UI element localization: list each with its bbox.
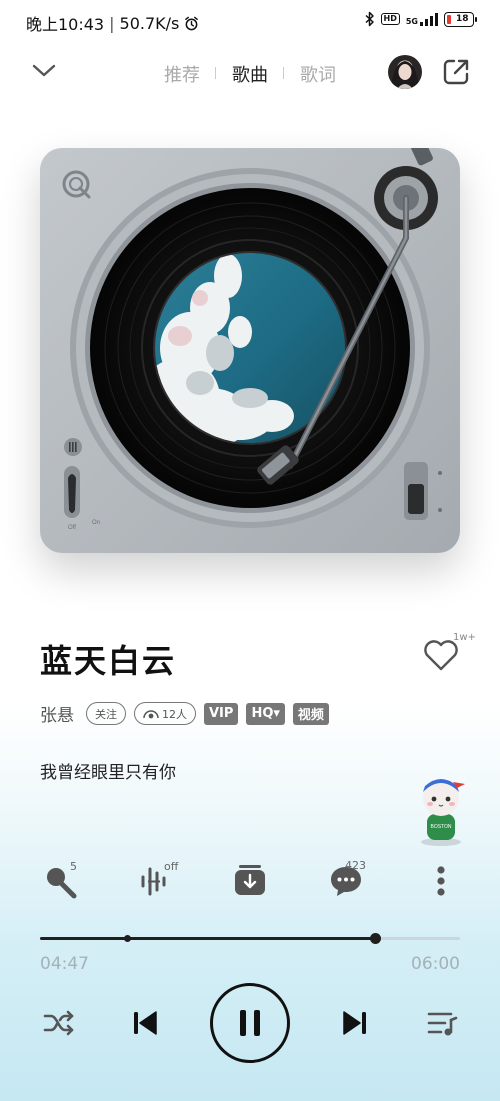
mascot-sticker[interactable]: BOSTON (413, 770, 469, 846)
listeners-badge[interactable]: 12人 (134, 702, 196, 725)
previous-icon[interactable] (132, 1009, 158, 1037)
song-title: 蓝天白云 (40, 642, 177, 680)
follow-label: 关注 (95, 707, 117, 721)
hd-badge: HD (380, 13, 400, 25)
status-right: HD 5G 18 (365, 11, 477, 27)
playlist-icon[interactable] (427, 1010, 459, 1038)
download-icon[interactable] (233, 864, 267, 898)
svg-text:On: On (92, 520, 100, 526)
sing-count: 5 (70, 860, 77, 873)
next-icon[interactable] (342, 1009, 368, 1037)
comment-count: 423 (345, 859, 366, 872)
listeners-count: 12人 (162, 707, 187, 721)
svg-text:Off: Off (68, 525, 76, 531)
turntable-art: Off On (62, 148, 442, 531)
tab-recommend[interactable]: 推荐 (164, 61, 200, 87)
status-left: 晚上10:43 | 50.7K/s (26, 11, 199, 35)
brand-logo-icon (62, 170, 91, 199)
shuffle-icon[interactable] (43, 1009, 75, 1037)
battery-indicator: 18 (444, 11, 477, 27)
share-icon[interactable] (441, 57, 471, 87)
status-bar: 晚上10:43 | 50.7K/s HD 5G 18 (0, 0, 500, 44)
play-pause-button[interactable] (210, 983, 290, 1063)
avatar[interactable] (388, 55, 422, 89)
tab-divider (283, 67, 284, 79)
progress-thumb[interactable] (369, 933, 381, 944)
more-icon[interactable] (434, 866, 448, 896)
follow-button[interactable]: 关注 (86, 702, 126, 725)
listen-together-icon (143, 709, 159, 718)
chevron-down-icon[interactable] (32, 64, 56, 78)
header: 推荐 歌曲 歌词 (0, 50, 500, 96)
song-meta-row: 张悬 关注 12人 VIP HQ▾ 视频 (40, 701, 329, 726)
network-type: 5G (406, 12, 438, 26)
turntable: Off On (40, 148, 460, 553)
tab-song[interactable]: 歌曲 (232, 61, 268, 87)
status-time: 晚上10:43 (26, 15, 105, 34)
signal-icon (420, 12, 438, 26)
current-time: 04:47 (40, 954, 89, 974)
alarm-icon (185, 16, 199, 30)
progress-bar[interactable] (40, 933, 460, 944)
total-time: 06:00 (411, 954, 460, 974)
tab-lyrics[interactable]: 歌词 (300, 61, 336, 87)
bluetooth-icon (365, 11, 374, 27)
video-tag[interactable]: 视频 (292, 702, 329, 725)
quality-tag[interactable]: HQ▾ (246, 702, 285, 725)
pause-icon (240, 1010, 260, 1036)
progress-marker (124, 935, 132, 942)
battery-level: 18 (456, 14, 469, 24)
progress-fill (40, 937, 375, 940)
artist-name[interactable]: 张悬 (40, 701, 74, 726)
current-lyric[interactable]: 我曾经眼里只有你 (40, 758, 176, 783)
vip-tag[interactable]: VIP (204, 702, 239, 725)
svg-text:BOSTON: BOSTON (430, 824, 451, 830)
like-count: 1w+ (453, 632, 476, 643)
network-speed: 50.7K/s (119, 13, 180, 33)
heart-icon[interactable] (422, 638, 460, 672)
effect-status: off (164, 860, 179, 873)
avatar-portrait (391, 61, 419, 89)
tab-divider (215, 67, 216, 79)
